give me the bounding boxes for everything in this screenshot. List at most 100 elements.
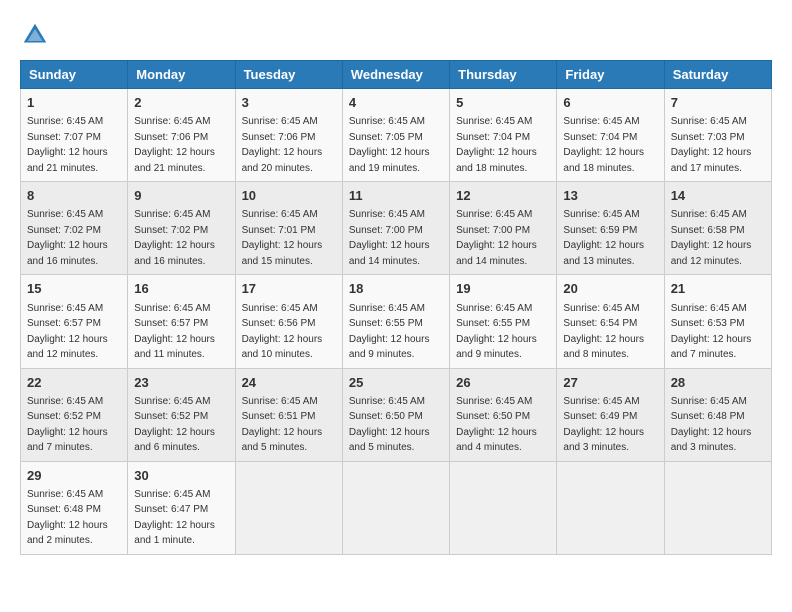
- day-number: 22: [27, 374, 121, 392]
- calendar-header-row: SundayMondayTuesdayWednesdayThursdayFrid…: [21, 61, 772, 89]
- weekday-header: Sunday: [21, 61, 128, 89]
- calendar-day-cell: 28 Sunrise: 6:45 AMSunset: 6:48 PMDaylig…: [664, 368, 771, 461]
- calendar-week-row: 15 Sunrise: 6:45 AMSunset: 6:57 PMDaylig…: [21, 275, 772, 368]
- calendar-day-cell: 9 Sunrise: 6:45 AMSunset: 7:02 PMDayligh…: [128, 182, 235, 275]
- day-info: Sunrise: 6:45 AMSunset: 6:50 PMDaylight:…: [456, 396, 537, 454]
- calendar-day-cell: 10 Sunrise: 6:45 AMSunset: 7:01 PMDaylig…: [235, 182, 342, 275]
- calendar-day-cell: 25 Sunrise: 6:45 AMSunset: 6:50 PMDaylig…: [342, 368, 449, 461]
- day-info: Sunrise: 6:45 AMSunset: 7:02 PMDaylight:…: [134, 209, 215, 267]
- weekday-header: Tuesday: [235, 61, 342, 89]
- day-number: 19: [456, 280, 550, 298]
- day-number: 3: [242, 94, 336, 112]
- day-info: Sunrise: 6:45 AMSunset: 7:05 PMDaylight:…: [349, 116, 430, 174]
- day-info: Sunrise: 6:45 AMSunset: 7:00 PMDaylight:…: [456, 209, 537, 267]
- day-number: 11: [349, 187, 443, 205]
- day-info: Sunrise: 6:45 AMSunset: 7:06 PMDaylight:…: [242, 116, 323, 174]
- calendar-day-cell: 26 Sunrise: 6:45 AMSunset: 6:50 PMDaylig…: [450, 368, 557, 461]
- calendar-day-cell: 2 Sunrise: 6:45 AMSunset: 7:06 PMDayligh…: [128, 89, 235, 182]
- day-info: Sunrise: 6:45 AMSunset: 7:00 PMDaylight:…: [349, 209, 430, 267]
- calendar-day-cell: 21 Sunrise: 6:45 AMSunset: 6:53 PMDaylig…: [664, 275, 771, 368]
- weekday-header: Friday: [557, 61, 664, 89]
- day-number: 7: [671, 94, 765, 112]
- calendar-day-cell: 4 Sunrise: 6:45 AMSunset: 7:05 PMDayligh…: [342, 89, 449, 182]
- day-info: Sunrise: 6:45 AMSunset: 6:51 PMDaylight:…: [242, 396, 323, 454]
- calendar-day-cell: 20 Sunrise: 6:45 AMSunset: 6:54 PMDaylig…: [557, 275, 664, 368]
- calendar-day-cell: 16 Sunrise: 6:45 AMSunset: 6:57 PMDaylig…: [128, 275, 235, 368]
- day-info: Sunrise: 6:45 AMSunset: 7:04 PMDaylight:…: [563, 116, 644, 174]
- day-number: 20: [563, 280, 657, 298]
- weekday-header: Wednesday: [342, 61, 449, 89]
- day-info: Sunrise: 6:45 AMSunset: 6:55 PMDaylight:…: [456, 303, 537, 361]
- calendar-day-cell: 14 Sunrise: 6:45 AMSunset: 6:58 PMDaylig…: [664, 182, 771, 275]
- calendar-day-cell: 24 Sunrise: 6:45 AMSunset: 6:51 PMDaylig…: [235, 368, 342, 461]
- logo-icon: [20, 20, 50, 50]
- day-info: Sunrise: 6:45 AMSunset: 6:58 PMDaylight:…: [671, 209, 752, 267]
- day-number: 6: [563, 94, 657, 112]
- weekday-header: Saturday: [664, 61, 771, 89]
- calendar-day-cell: 12 Sunrise: 6:45 AMSunset: 7:00 PMDaylig…: [450, 182, 557, 275]
- day-number: 16: [134, 280, 228, 298]
- day-info: Sunrise: 6:45 AMSunset: 6:48 PMDaylight:…: [27, 489, 108, 547]
- calendar-day-cell: 15 Sunrise: 6:45 AMSunset: 6:57 PMDaylig…: [21, 275, 128, 368]
- calendar-day-cell: 27 Sunrise: 6:45 AMSunset: 6:49 PMDaylig…: [557, 368, 664, 461]
- day-info: Sunrise: 6:45 AMSunset: 6:56 PMDaylight:…: [242, 303, 323, 361]
- page-header: [20, 20, 772, 50]
- weekday-header: Thursday: [450, 61, 557, 89]
- day-number: 29: [27, 467, 121, 485]
- day-number: 15: [27, 280, 121, 298]
- calendar-day-cell: [235, 461, 342, 554]
- calendar-week-row: 22 Sunrise: 6:45 AMSunset: 6:52 PMDaylig…: [21, 368, 772, 461]
- day-number: 24: [242, 374, 336, 392]
- day-info: Sunrise: 6:45 AMSunset: 6:50 PMDaylight:…: [349, 396, 430, 454]
- day-number: 5: [456, 94, 550, 112]
- calendar-day-cell: 7 Sunrise: 6:45 AMSunset: 7:03 PMDayligh…: [664, 89, 771, 182]
- day-number: 23: [134, 374, 228, 392]
- day-number: 18: [349, 280, 443, 298]
- day-info: Sunrise: 6:45 AMSunset: 7:01 PMDaylight:…: [242, 209, 323, 267]
- day-number: 27: [563, 374, 657, 392]
- day-info: Sunrise: 6:45 AMSunset: 6:57 PMDaylight:…: [27, 303, 108, 361]
- calendar-week-row: 29 Sunrise: 6:45 AMSunset: 6:48 PMDaylig…: [21, 461, 772, 554]
- calendar-day-cell: 3 Sunrise: 6:45 AMSunset: 7:06 PMDayligh…: [235, 89, 342, 182]
- calendar-day-cell: [557, 461, 664, 554]
- day-number: 1: [27, 94, 121, 112]
- calendar-day-cell: 1 Sunrise: 6:45 AMSunset: 7:07 PMDayligh…: [21, 89, 128, 182]
- calendar-day-cell: [664, 461, 771, 554]
- day-info: Sunrise: 6:45 AMSunset: 6:53 PMDaylight:…: [671, 303, 752, 361]
- calendar-day-cell: 8 Sunrise: 6:45 AMSunset: 7:02 PMDayligh…: [21, 182, 128, 275]
- day-number: 14: [671, 187, 765, 205]
- day-info: Sunrise: 6:45 AMSunset: 6:47 PMDaylight:…: [134, 489, 215, 547]
- calendar-week-row: 8 Sunrise: 6:45 AMSunset: 7:02 PMDayligh…: [21, 182, 772, 275]
- day-info: Sunrise: 6:45 AMSunset: 6:59 PMDaylight:…: [563, 209, 644, 267]
- day-number: 13: [563, 187, 657, 205]
- calendar-day-cell: 11 Sunrise: 6:45 AMSunset: 7:00 PMDaylig…: [342, 182, 449, 275]
- day-number: 17: [242, 280, 336, 298]
- day-number: 8: [27, 187, 121, 205]
- day-info: Sunrise: 6:45 AMSunset: 6:55 PMDaylight:…: [349, 303, 430, 361]
- logo: [20, 20, 54, 50]
- calendar-day-cell: 19 Sunrise: 6:45 AMSunset: 6:55 PMDaylig…: [450, 275, 557, 368]
- day-info: Sunrise: 6:45 AMSunset: 6:49 PMDaylight:…: [563, 396, 644, 454]
- calendar-week-row: 1 Sunrise: 6:45 AMSunset: 7:07 PMDayligh…: [21, 89, 772, 182]
- calendar-day-cell: 17 Sunrise: 6:45 AMSunset: 6:56 PMDaylig…: [235, 275, 342, 368]
- calendar-day-cell: [342, 461, 449, 554]
- day-info: Sunrise: 6:45 AMSunset: 6:52 PMDaylight:…: [134, 396, 215, 454]
- day-info: Sunrise: 6:45 AMSunset: 6:57 PMDaylight:…: [134, 303, 215, 361]
- day-number: 2: [134, 94, 228, 112]
- day-number: 26: [456, 374, 550, 392]
- calendar-day-cell: [450, 461, 557, 554]
- day-info: Sunrise: 6:45 AMSunset: 7:02 PMDaylight:…: [27, 209, 108, 267]
- day-number: 9: [134, 187, 228, 205]
- day-info: Sunrise: 6:45 AMSunset: 7:03 PMDaylight:…: [671, 116, 752, 174]
- calendar-day-cell: 29 Sunrise: 6:45 AMSunset: 6:48 PMDaylig…: [21, 461, 128, 554]
- calendar-table: SundayMondayTuesdayWednesdayThursdayFrid…: [20, 60, 772, 555]
- day-number: 10: [242, 187, 336, 205]
- day-number: 25: [349, 374, 443, 392]
- calendar-day-cell: 6 Sunrise: 6:45 AMSunset: 7:04 PMDayligh…: [557, 89, 664, 182]
- calendar-day-cell: 22 Sunrise: 6:45 AMSunset: 6:52 PMDaylig…: [21, 368, 128, 461]
- day-info: Sunrise: 6:45 AMSunset: 6:52 PMDaylight:…: [27, 396, 108, 454]
- day-number: 4: [349, 94, 443, 112]
- day-number: 30: [134, 467, 228, 485]
- calendar-day-cell: 18 Sunrise: 6:45 AMSunset: 6:55 PMDaylig…: [342, 275, 449, 368]
- weekday-header: Monday: [128, 61, 235, 89]
